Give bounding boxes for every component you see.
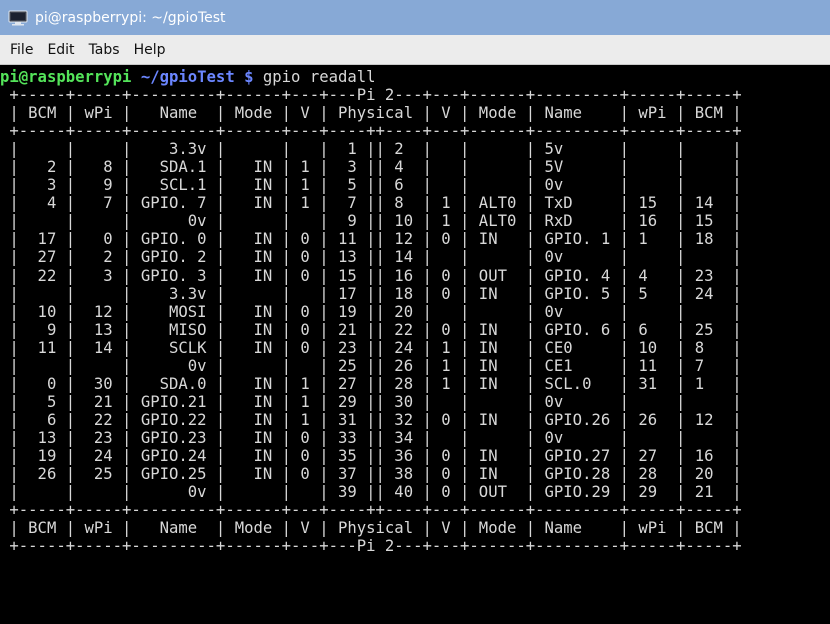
output-line: | | | 0v | | | 9 || 10 | 1 | ALT0 | RxD … <box>0 212 742 231</box>
output-line: | BCM | wPi | Name | Mode | V | Physical… <box>0 104 742 123</box>
output-line: | 19 | 24 | GPIO.24 | IN | 0 | 35 || 36 … <box>0 446 742 465</box>
output-line: +-----+-----+---------+------+---+---Pi … <box>0 86 742 105</box>
output-line: | | | 0v | | | 25 || 26 | 1 | IN | CE1 |… <box>0 356 742 375</box>
output-line: | 4 | 7 | GPIO. 7 | IN | 1 | 7 || 8 | 1 … <box>0 194 742 213</box>
command-output: +-----+-----+---------+------+---+---Pi … <box>0 86 742 556</box>
prompt-user: pi@raspberrypi <box>0 68 132 86</box>
output-line: | 27 | 2 | GPIO. 2 | IN | 0 | 13 || 14 |… <box>0 248 742 267</box>
output-line: | 10 | 12 | MOSI | IN | 0 | 19 || 20 | |… <box>0 302 742 321</box>
output-line: | 22 | 3 | GPIO. 3 | IN | 0 | 15 || 16 |… <box>0 266 742 285</box>
window-title: pi@raspberrypi: ~/gpioTest <box>35 9 226 26</box>
prompt-symbol: $ <box>244 68 254 86</box>
command-text: gpio readall <box>262 68 376 86</box>
output-line: | 6 | 22 | GPIO.22 | IN | 1 | 31 || 32 |… <box>0 410 742 429</box>
terminal-area[interactable]: pi@raspberrypi ~/gpioTest $ gpio readall… <box>0 65 830 624</box>
menu-edit[interactable]: Edit <box>40 39 81 61</box>
output-line: | 2 | 8 | SDA.1 | IN | 1 | 3 || 4 | | | … <box>0 158 742 177</box>
menu-bar: File Edit Tabs Help <box>0 35 830 65</box>
output-line: | 26 | 25 | GPIO.25 | IN | 0 | 37 || 38 … <box>0 465 742 484</box>
output-line: | | | 3.3v | | | 1 || 2 | | | 5v | | | <box>0 140 742 159</box>
prompt-path: ~/gpioTest <box>140 68 235 86</box>
output-line: | 0 | 30 | SDA.0 | IN | 1 | 27 || 28 | 1… <box>0 374 742 393</box>
output-line: | | | 0v | | | 39 || 40 | 0 | OUT | GPIO… <box>0 483 742 502</box>
output-line: | | | 3.3v | | | 17 || 18 | 0 | IN | GPI… <box>0 284 742 303</box>
output-line: | BCM | wPi | Name | Mode | V | Physical… <box>0 519 742 538</box>
output-line: | 13 | 23 | GPIO.23 | IN | 0 | 33 || 34 … <box>0 428 742 447</box>
output-line: +-----+-----+---------+------+---+---Pi … <box>0 537 742 556</box>
menu-help[interactable]: Help <box>127 39 173 61</box>
terminal-text: pi@raspberrypi ~/gpioTest $ gpio readall… <box>0 65 830 555</box>
prompt-line: pi@raspberrypi ~/gpioTest $ gpio readall <box>0 68 376 86</box>
terminal-icon <box>8 10 28 26</box>
output-line: +-----+-----+---------+------+---+----++… <box>0 122 742 141</box>
output-line: +-----+-----+---------+------+---+----++… <box>0 501 742 520</box>
window-titlebar[interactable]: pi@raspberrypi: ~/gpioTest <box>0 0 830 35</box>
output-line: | 9 | 13 | MISO | IN | 0 | 21 || 22 | 0 … <box>0 320 742 339</box>
output-line: | 17 | 0 | GPIO. 0 | IN | 0 | 11 || 12 |… <box>0 230 742 249</box>
output-line: | 11 | 14 | SCLK | IN | 0 | 23 || 24 | 1… <box>0 338 742 357</box>
output-line: | 5 | 21 | GPIO.21 | IN | 1 | 29 || 30 |… <box>0 392 742 411</box>
menu-tabs[interactable]: Tabs <box>82 39 127 61</box>
menu-file[interactable]: File <box>3 39 40 61</box>
output-line: | 3 | 9 | SCL.1 | IN | 1 | 5 || 6 | | | … <box>0 176 742 195</box>
